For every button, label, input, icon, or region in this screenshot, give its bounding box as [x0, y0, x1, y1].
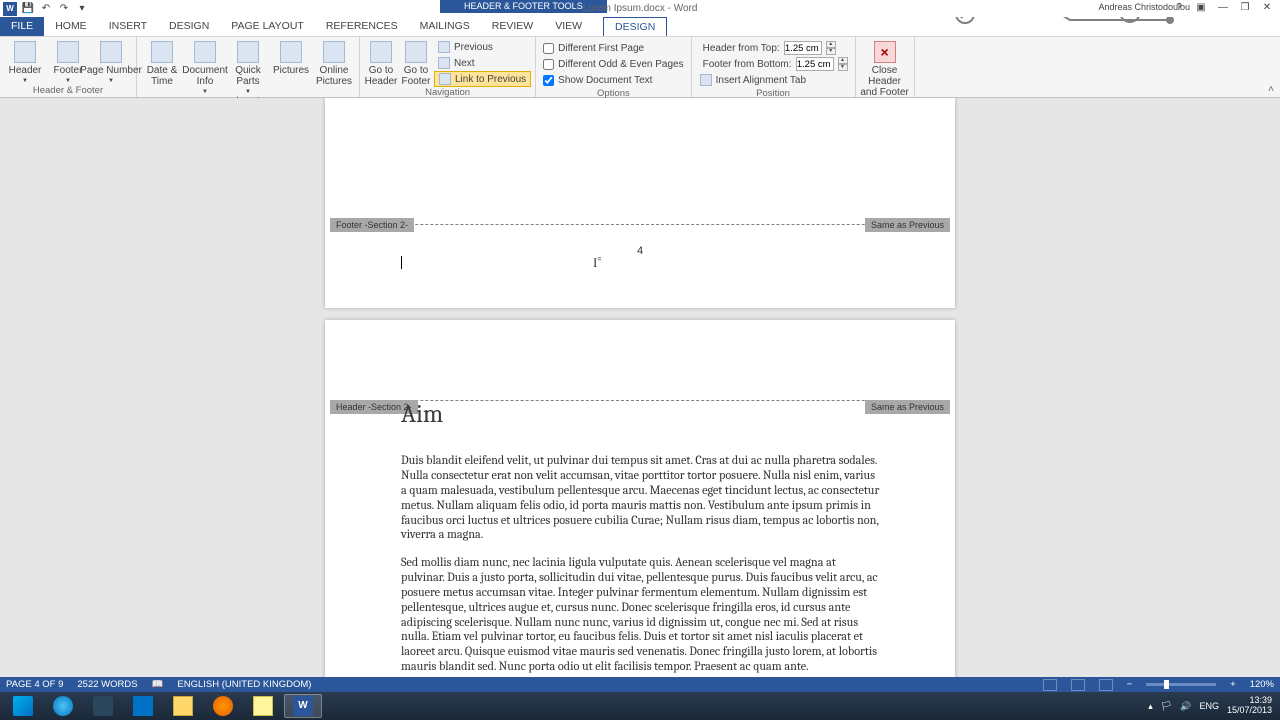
- document-paragraph: Sed mollis diam nunc, nec lacinia ligula…: [401, 556, 881, 675]
- tab-view[interactable]: VIEW: [544, 17, 593, 36]
- ribbon-tabs: FILE HOME INSERT DESIGN PAGE LAYOUT REFE…: [0, 17, 1280, 37]
- show-document-text-checkbox[interactable]: Show Document Text: [540, 72, 686, 88]
- page-previous: Footer -Section 2- Same as Previous 4 I=: [325, 98, 955, 308]
- group-close: ×Close Header and Footer Close: [856, 37, 915, 97]
- link-to-previous-button[interactable]: Link to Previous: [434, 71, 531, 87]
- different-odd-even-checkbox[interactable]: Different Odd & Even Pages: [540, 56, 686, 72]
- help-icon[interactable]: ?: [1168, 0, 1190, 14]
- web-layout-icon[interactable]: [1099, 679, 1113, 691]
- pictures-button[interactable]: Pictures: [270, 39, 312, 76]
- taskbar-notes-icon[interactable]: [244, 694, 282, 718]
- same-as-previous-tag: Same as Previous: [865, 400, 950, 414]
- close-header-footer-button[interactable]: ×Close Header and Footer: [860, 39, 910, 98]
- tray-action-center-icon[interactable]: 🏳: [1161, 701, 1172, 712]
- tab-hf-design[interactable]: DESIGN: [603, 17, 667, 36]
- tab-design[interactable]: DESIGN: [158, 17, 220, 36]
- same-as-previous-tag: Same as Previous: [865, 218, 950, 232]
- goto-footer-button[interactable]: Go to Footer: [399, 39, 433, 87]
- group-options: Different First Page Different Odd & Eve…: [536, 37, 691, 97]
- zoom-in-button[interactable]: +: [1230, 679, 1236, 690]
- tab-review[interactable]: REVIEW: [481, 17, 544, 36]
- header-from-top-field[interactable]: Header from Top:▲▼: [696, 40, 851, 56]
- taskbar-steam-icon[interactable]: [84, 694, 122, 718]
- document-area[interactable]: Footer -Section 2- Same as Previous 4 I=…: [0, 98, 1280, 680]
- tray-expand-icon[interactable]: ▴: [1148, 701, 1153, 712]
- status-bar: PAGE 4 OF 9 2522 WORDS 📖 ENGLISH (UNITED…: [0, 677, 1280, 692]
- close-icon[interactable]: ✕: [1256, 0, 1278, 14]
- tab-insert[interactable]: INSERT: [98, 17, 158, 36]
- title-bar: W 💾 ↶ ↷ ▾ HEADER & FOOTER TOOLS Lorem Ip…: [0, 0, 1280, 17]
- taskbar-word-icon[interactable]: W: [284, 694, 322, 718]
- zoom-slider[interactable]: [1146, 683, 1216, 686]
- document-paragraph: Duis blandit eleifend velit, ut pulvinar…: [401, 454, 881, 543]
- next-button[interactable]: Next: [434, 55, 531, 71]
- ribbon-options-icon[interactable]: ▣: [1190, 0, 1212, 14]
- footer-button[interactable]: Footer▼: [47, 39, 89, 84]
- word-app-icon[interactable]: W: [2, 1, 18, 17]
- group-insert: Date & Time Document Info▼ Quick Parts▼ …: [137, 37, 360, 97]
- tab-mailings[interactable]: MAILINGS: [409, 17, 481, 36]
- tab-home[interactable]: HOME: [44, 17, 98, 36]
- ribbon: Header▼ Footer▼ Page Number▼ Header & Fo…: [0, 37, 1280, 98]
- restore-icon[interactable]: ❐: [1234, 0, 1256, 14]
- insert-alignment-tab-button[interactable]: Insert Alignment Tab: [696, 72, 851, 88]
- different-first-page-checkbox[interactable]: Different First Page: [540, 40, 686, 56]
- footer-section-tag: Footer -Section 2-: [330, 218, 414, 232]
- page-indicator[interactable]: PAGE 4 OF 9: [6, 679, 63, 690]
- online-pictures-button[interactable]: Online Pictures: [313, 39, 355, 87]
- goto-header-button[interactable]: Go to Header: [364, 39, 398, 87]
- tray-volume-icon[interactable]: 🔊: [1180, 701, 1191, 712]
- page-number-footer: 4: [637, 245, 643, 257]
- taskbar-ie-icon[interactable]: [44, 694, 82, 718]
- previous-button[interactable]: Previous: [434, 39, 531, 55]
- date-time-button[interactable]: Date & Time: [141, 39, 183, 87]
- word-count[interactable]: 2522 WORDS: [77, 679, 137, 690]
- taskbar-explorer-icon[interactable]: [164, 694, 202, 718]
- language-indicator[interactable]: ENGLISH (UNITED KINGDOM): [177, 679, 311, 690]
- tray-clock[interactable]: 13:39 15/07/2013: [1227, 696, 1276, 716]
- group-header-footer: Header▼ Footer▼ Page Number▼ Header & Fo…: [0, 37, 137, 97]
- taskbar-firefox-icon[interactable]: [204, 694, 242, 718]
- minimize-icon[interactable]: —: [1212, 0, 1234, 14]
- document-heading: Aim: [401, 400, 443, 429]
- footer-from-bottom-field[interactable]: Footer from Bottom:▲▼: [696, 56, 851, 72]
- tab-references[interactable]: REFERENCES: [315, 17, 409, 36]
- header-button[interactable]: Header▼: [4, 39, 46, 84]
- spellcheck-icon[interactable]: 📖: [152, 679, 164, 690]
- zoom-level[interactable]: 120%: [1250, 679, 1274, 690]
- tab-page-layout[interactable]: PAGE LAYOUT: [220, 17, 315, 36]
- start-button[interactable]: [4, 694, 42, 718]
- qat-customize-icon[interactable]: ▾: [74, 1, 90, 17]
- print-layout-icon[interactable]: [1071, 679, 1085, 691]
- quick-parts-button[interactable]: Quick Parts▼: [227, 39, 269, 95]
- page-current: Header -Section 2- Same as Previous Aim …: [325, 320, 955, 680]
- tab-file[interactable]: FILE: [0, 17, 44, 36]
- tray-lang[interactable]: ENG: [1199, 701, 1219, 711]
- redo-icon[interactable]: ↷: [56, 1, 72, 17]
- group-navigation: Go to Header Go to Footer Previous Next …: [360, 37, 536, 97]
- document-title: Lorem Ipsum.docx - Word: [583, 3, 698, 14]
- text-cursor: [401, 256, 402, 269]
- group-position: Header from Top:▲▼ Footer from Bottom:▲▼…: [692, 37, 856, 97]
- save-icon[interactable]: 💾: [20, 1, 36, 17]
- collapse-ribbon-icon[interactable]: ˄: [1268, 84, 1274, 95]
- windows-taskbar: W ▴ 🏳 🔊 ENG 13:39 15/07/2013: [0, 692, 1280, 720]
- taskbar-outlook-icon[interactable]: [124, 694, 162, 718]
- read-mode-icon[interactable]: [1043, 679, 1057, 691]
- group-label: Header & Footer: [4, 85, 132, 97]
- page-number-button[interactable]: Page Number▼: [90, 39, 132, 84]
- document-info-button[interactable]: Document Info▼: [184, 39, 226, 95]
- undo-icon[interactable]: ↶: [38, 1, 54, 17]
- zoom-out-button[interactable]: −: [1127, 679, 1133, 690]
- mouse-ibeam-icon: I=: [593, 255, 601, 271]
